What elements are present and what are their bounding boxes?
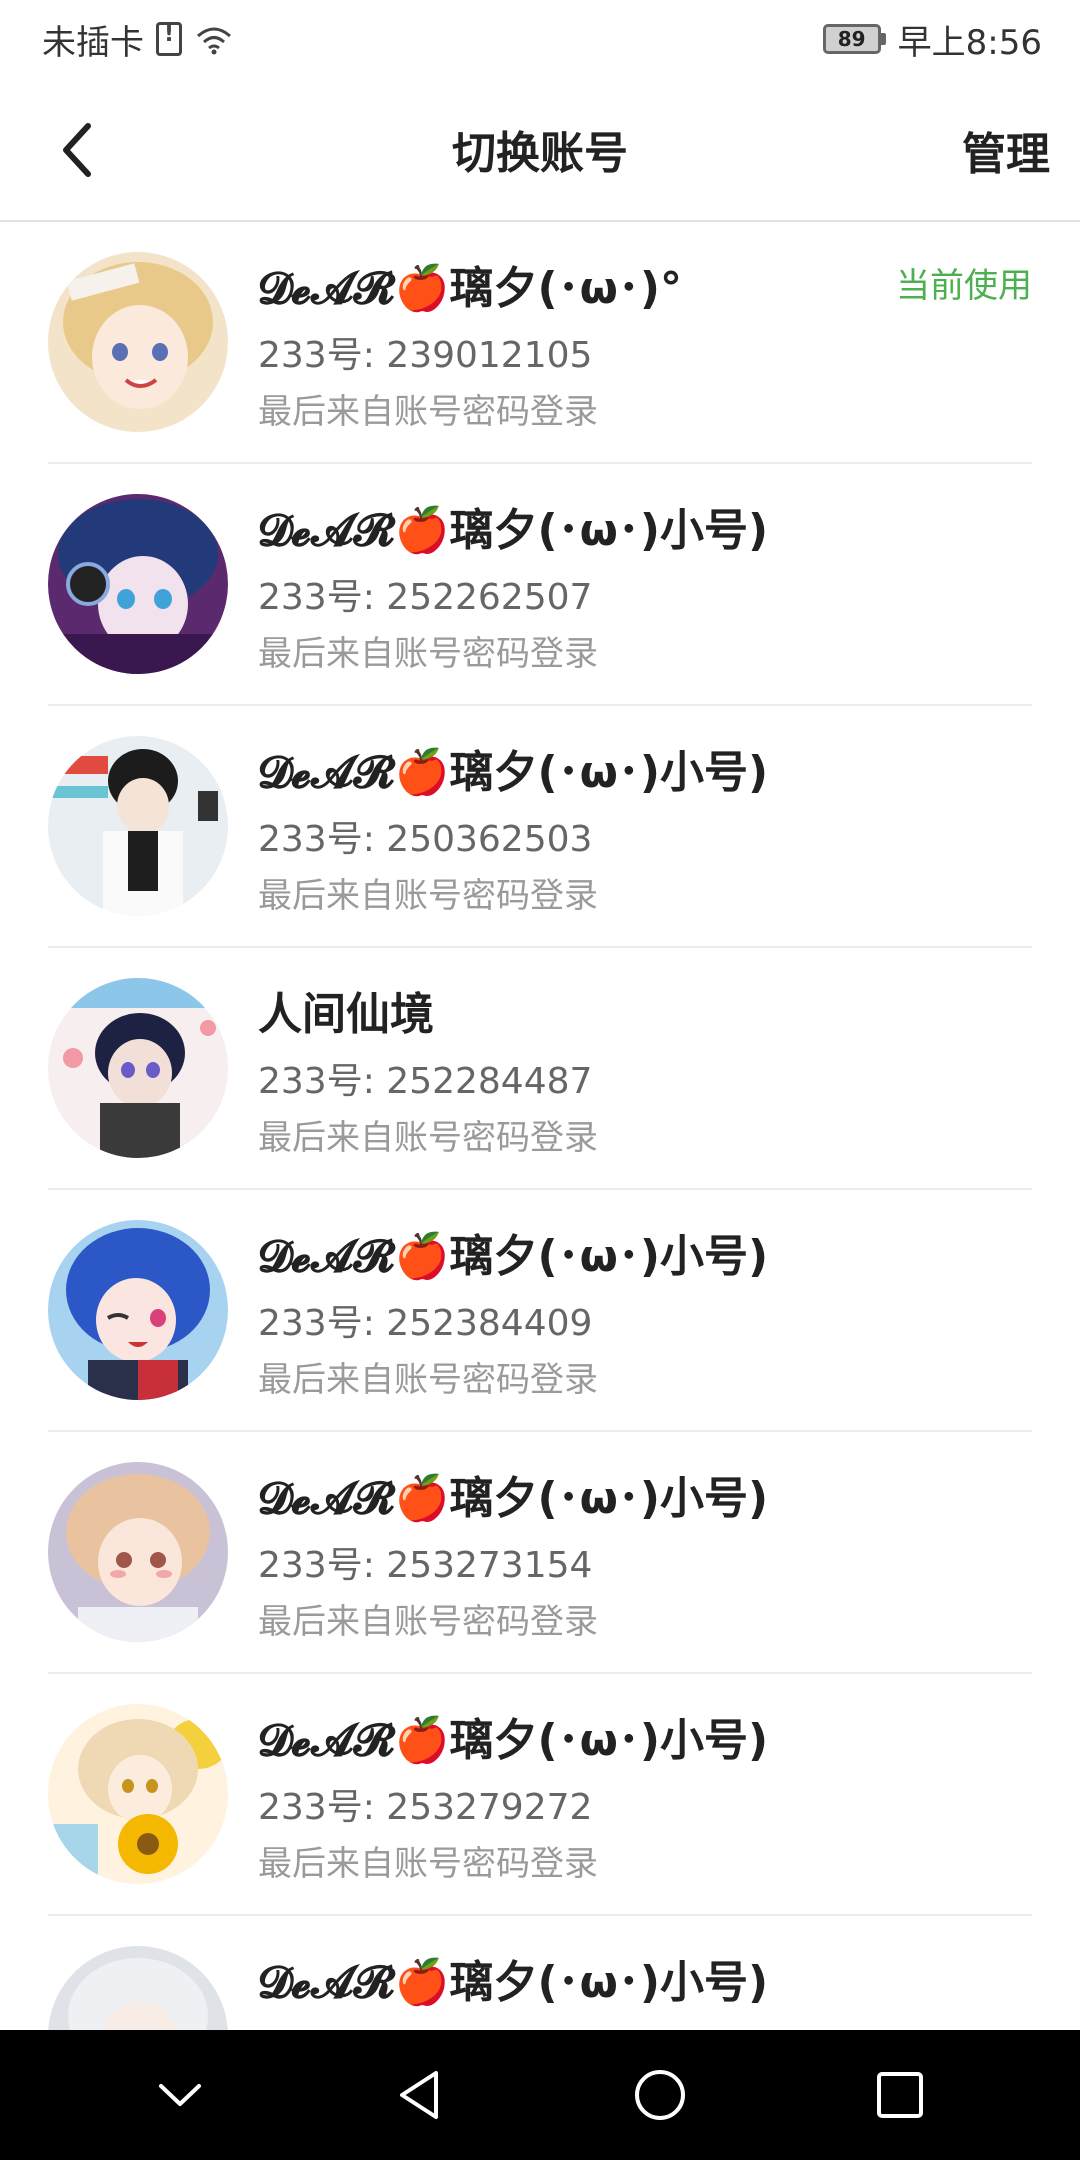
login-method: 最后来自账号密码登录	[258, 1118, 598, 1158]
avatar	[48, 978, 228, 1158]
account-row[interactable]: 𝓓𝓮𝓐𝓡🍎璃夕(･ω･)小号)	[48, 1916, 1032, 2030]
login-method: 最后来自账号密码登录	[258, 1602, 598, 1642]
chevron-down-icon	[159, 2084, 201, 2106]
sim-alert-icon	[156, 22, 182, 56]
status-right: 89 早上8:56	[822, 15, 1042, 64]
account-name: 𝓓𝓮𝓐𝓡🍎璃夕(･ω･)小号)	[258, 1473, 769, 1524]
chevron-left-icon	[63, 123, 91, 177]
login-method: 最后来自账号密码登录	[258, 634, 598, 674]
account-list: 𝓓𝓮𝓐𝓡🍎璃夕(･ω･)° 233号: 239012105 最后来自账号密码登录…	[0, 222, 1080, 2030]
account-id: 233号: 253279272	[258, 1787, 593, 1828]
manage-button[interactable]: 管理	[962, 118, 1050, 182]
avatar	[48, 494, 228, 674]
account-row[interactable]: 𝓓𝓮𝓐𝓡🍎璃夕(･ω･)小号) 233号: 253279272 最后来自账号密码…	[48, 1674, 1032, 1916]
recents-square-icon	[877, 2072, 923, 2118]
account-name: 𝓓𝓮𝓐𝓡🍎璃夕(･ω･)小号)	[258, 1231, 769, 1282]
battery-icon: 89	[822, 24, 886, 54]
account-row[interactable]: 𝓓𝓮𝓐𝓡🍎璃夕(･ω･)小号) 233号: 252384409 最后来自账号密码…	[48, 1190, 1032, 1432]
account-name: 𝓓𝓮𝓐𝓡🍎璃夕(･ω･)°	[258, 263, 682, 314]
current-use-badge: 当前使用	[896, 266, 1032, 306]
account-name: 𝓓𝓮𝓐𝓡🍎璃夕(･ω･)小号)	[258, 1715, 769, 1766]
account-name: 人间仙境	[258, 989, 434, 1040]
account-row[interactable]: 𝓓𝓮𝓐𝓡🍎璃夕(･ω･)小号) 233号: 250362503 最后来自账号密码…	[48, 706, 1032, 948]
back-triangle-icon	[400, 2071, 438, 2119]
account-row[interactable]: 𝓓𝓮𝓐𝓡🍎璃夕(･ω･)小号) 233号: 252262507 最后来自账号密码…	[48, 464, 1032, 706]
login-method: 最后来自账号密码登录	[258, 392, 598, 432]
avatar	[48, 1462, 228, 1642]
system-nav-bar	[0, 2030, 1080, 2160]
status-bar: 未插卡 89 早上8:56	[0, 0, 1080, 78]
account-name: 𝓓𝓮𝓐𝓡🍎璃夕(･ω･)小号)	[258, 1957, 769, 2008]
account-name: 𝓓𝓮𝓐𝓡🍎璃夕(･ω･)小号)	[258, 747, 769, 798]
status-left: 未插卡	[42, 15, 234, 64]
login-method: 最后来自账号密码登录	[258, 876, 598, 916]
top-app-bar: 切换账号 管理	[0, 78, 1080, 222]
avatar	[48, 252, 228, 432]
account-id: 233号: 239012105	[258, 335, 593, 376]
avatar	[48, 736, 228, 916]
account-row[interactable]: 𝓓𝓮𝓐𝓡🍎璃夕(･ω･)° 233号: 239012105 最后来自账号密码登录…	[48, 222, 1032, 464]
page-title: 切换账号	[452, 128, 628, 179]
account-row[interactable]: 𝓓𝓮𝓐𝓡🍎璃夕(･ω･)小号) 233号: 253273154 最后来自账号密码…	[48, 1432, 1032, 1674]
nav-hide-button[interactable]	[130, 2045, 230, 2145]
account-id: 233号: 252262507	[258, 577, 593, 618]
nav-recents-button[interactable]	[850, 2045, 950, 2145]
account-id: 233号: 250362503	[258, 819, 593, 860]
clock-time: 早上8:56	[897, 22, 1042, 63]
home-circle-icon	[635, 2070, 685, 2120]
avatar	[48, 1704, 228, 1884]
login-method: 最后来自账号密码登录	[258, 1844, 598, 1884]
battery-level: 89	[837, 27, 866, 51]
account-id: 233号: 252384409	[258, 1303, 593, 1344]
account-row[interactable]: 人间仙境 233号: 252284487 最后来自账号密码登录	[48, 948, 1032, 1190]
account-name: 𝓓𝓮𝓐𝓡🍎璃夕(･ω･)小号)	[258, 505, 769, 556]
avatar	[48, 1946, 228, 2030]
carrier-text: 未插卡	[42, 22, 144, 63]
account-id: 233号: 253273154	[258, 1545, 593, 1586]
account-id: 233号: 252284487	[258, 1061, 593, 1102]
login-method: 最后来自账号密码登录	[258, 1360, 598, 1400]
back-button[interactable]	[46, 114, 106, 186]
nav-home-button[interactable]	[610, 2045, 710, 2145]
avatar	[48, 1220, 228, 1400]
wifi-icon	[197, 27, 231, 55]
nav-back-button[interactable]	[370, 2045, 470, 2145]
